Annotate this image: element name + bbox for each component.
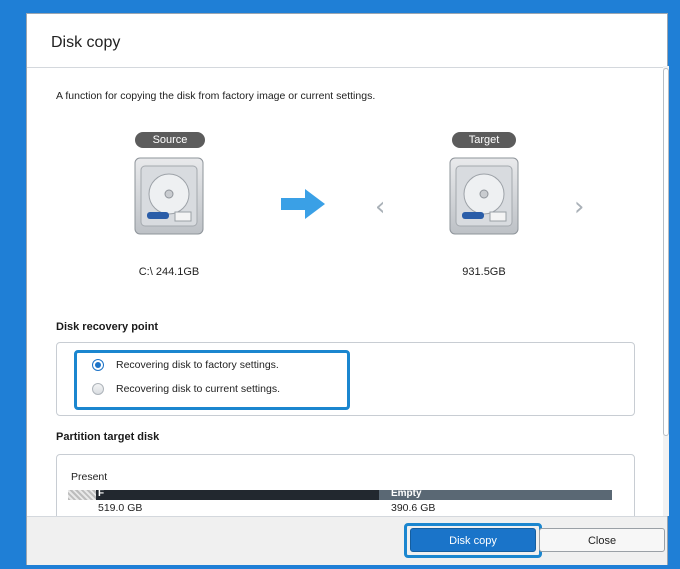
content-area: A function for copying the disk from fac… bbox=[27, 68, 663, 518]
source-badge: Source bbox=[135, 132, 205, 148]
partition-box bbox=[56, 454, 635, 518]
source-hard-drive-icon bbox=[133, 156, 205, 236]
partition-title: Partition target disk bbox=[56, 431, 160, 443]
partition-used-size: 519.0 GB bbox=[98, 502, 143, 514]
radio-button-selected[interactable] bbox=[92, 359, 104, 371]
description-text: A function for copying the disk from fac… bbox=[56, 90, 376, 102]
disk-copy-button[interactable]: Disk copy bbox=[410, 528, 536, 552]
copy-direction-arrow-icon bbox=[279, 187, 327, 224]
radio-current-settings[interactable]: Recovering disk to current settings. bbox=[92, 381, 280, 397]
previous-disk-chevron-icon[interactable]: ‹ bbox=[375, 192, 385, 222]
target-hard-drive-icon bbox=[448, 156, 520, 236]
window-title: Disk copy bbox=[51, 34, 121, 51]
radio-button-unselected[interactable] bbox=[92, 383, 104, 395]
target-disk-label: 931.5GB bbox=[462, 266, 506, 278]
vertical-scrollbar[interactable] bbox=[663, 66, 669, 516]
close-button[interactable]: Close bbox=[539, 528, 665, 552]
recovery-point-title: Disk recovery point bbox=[56, 321, 159, 333]
scrollbar-thumb[interactable] bbox=[663, 68, 669, 436]
partition-empty-label: Empty bbox=[391, 488, 422, 499]
partition-used-bar bbox=[96, 490, 379, 500]
partition-unallocated-stripe bbox=[68, 490, 96, 500]
disk-copy-window: Disk copy A function for copying the dis… bbox=[26, 13, 669, 565]
radio-current-label: Recovering disk to current settings. bbox=[116, 383, 280, 395]
radio-factory-settings[interactable]: Recovering disk to factory settings. bbox=[92, 357, 279, 373]
radio-factory-label: Recovering disk to factory settings. bbox=[116, 359, 279, 371]
dialog-footer: Disk copy Close bbox=[27, 516, 667, 565]
partition-used-label: F bbox=[98, 488, 105, 499]
next-disk-chevron-icon[interactable]: › bbox=[574, 192, 584, 222]
partition-empty-size: 390.6 GB bbox=[391, 502, 436, 514]
target-badge: Target bbox=[452, 132, 516, 148]
source-disk-label: C:\ 244.1GB bbox=[138, 266, 200, 278]
present-label: Present bbox=[71, 471, 108, 483]
